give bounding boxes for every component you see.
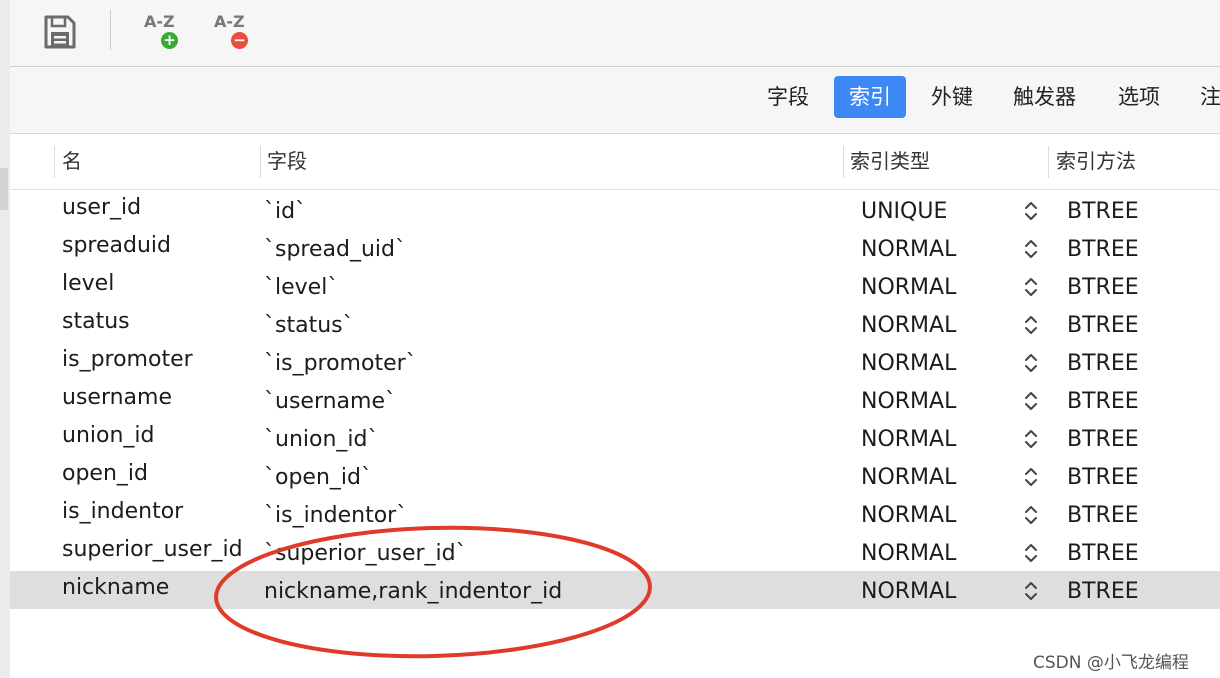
index-type-cell[interactable]: NORMAL — [861, 573, 991, 611]
column-header-index-type[interactable]: 索引类型 — [850, 134, 930, 189]
index-type-cell[interactable]: NORMAL — [861, 345, 991, 383]
up-down-chevron-icon[interactable] — [1023, 199, 1039, 223]
save-button[interactable] — [43, 14, 77, 50]
index-name-cell[interactable]: is_promoter — [62, 341, 252, 379]
up-down-chevron-icon[interactable] — [1023, 465, 1039, 489]
tab-foreign-keys[interactable]: 外键 — [916, 76, 988, 118]
index-method-cell[interactable]: BTREE — [1067, 193, 1207, 231]
left-panel-edge — [0, 0, 10, 678]
plus-badge-icon: + — [161, 32, 178, 49]
table-row[interactable]: superior_user_id `superior_user_id` NORMAL… — [10, 533, 1220, 571]
up-down-chevron-icon[interactable] — [1023, 427, 1039, 451]
up-down-chevron-icon[interactable] — [1023, 503, 1039, 527]
table-row[interactable]: level `level` NORMAL BTREE — [10, 267, 1220, 305]
table-row[interactable]: is_promoter `is_promoter` NORMAL BTREE — [10, 343, 1220, 381]
minus-badge-icon: − — [231, 32, 248, 49]
index-name-cell[interactable]: spreaduid — [62, 227, 252, 265]
column-divider — [1048, 146, 1049, 178]
index-name-cell[interactable]: user_id — [62, 189, 252, 227]
index-method-cell[interactable]: BTREE — [1067, 231, 1207, 269]
index-type-cell[interactable]: NORMAL — [861, 535, 991, 573]
table-row[interactable]: is_indentor `is_indentor` NORMAL BTREE — [10, 495, 1220, 533]
watermark: CSDN @小飞龙编程 — [1033, 653, 1189, 673]
index-method-cell[interactable]: BTREE — [1067, 421, 1207, 459]
index-name-cell[interactable]: superior_user_id — [62, 531, 252, 569]
index-method-cell[interactable]: BTREE — [1067, 345, 1207, 383]
floppy-disk-icon — [44, 15, 76, 49]
up-down-chevron-icon[interactable] — [1023, 579, 1039, 603]
tab-options[interactable]: 选项 — [1103, 76, 1175, 118]
up-down-chevron-icon[interactable] — [1023, 237, 1039, 261]
tab-triggers[interactable]: 触发器 — [998, 76, 1091, 118]
index-fields-cell[interactable]: `union_id` — [264, 421, 824, 459]
column-header-index-method[interactable]: 索引方法 — [1056, 134, 1136, 189]
column-divider — [843, 146, 844, 178]
index-name-cell[interactable]: is_indentor — [62, 493, 252, 531]
tab-fields[interactable]: 字段 — [752, 76, 824, 118]
index-method-cell[interactable]: BTREE — [1067, 383, 1207, 421]
remove-index-button[interactable]: A-Z − — [212, 12, 254, 54]
index-fields-cell[interactable]: `id` — [264, 193, 824, 231]
tab-indexes[interactable]: 索引 — [834, 76, 906, 118]
index-method-cell[interactable]: BTREE — [1067, 459, 1207, 497]
index-type-cell[interactable]: NORMAL — [861, 459, 991, 497]
index-type-cell[interactable]: NORMAL — [861, 307, 991, 345]
index-name-cell[interactable]: status — [62, 303, 252, 341]
sort-az-label: A-Z — [144, 12, 175, 31]
up-down-chevron-icon[interactable] — [1023, 541, 1039, 565]
index-type-cell[interactable]: NORMAL — [861, 269, 991, 307]
index-fields-cell[interactable]: `status` — [264, 307, 824, 345]
column-divider — [260, 146, 261, 178]
index-fields-cell[interactable]: `superior_user_id` — [264, 535, 824, 573]
index-name-cell[interactable]: nickname — [62, 569, 252, 607]
index-name-cell[interactable]: open_id — [62, 455, 252, 493]
sort-az-label: A-Z — [214, 12, 245, 31]
toolbar: A-Z + A-Z − — [10, 0, 1220, 67]
index-name-cell[interactable]: union_id — [62, 417, 252, 455]
table-row[interactable]: status `status` NORMAL BTREE — [10, 305, 1220, 343]
index-method-cell[interactable]: BTREE — [1067, 307, 1207, 345]
up-down-chevron-icon[interactable] — [1023, 389, 1039, 413]
up-down-chevron-icon[interactable] — [1023, 351, 1039, 375]
index-type-cell[interactable]: NORMAL — [861, 231, 991, 269]
index-fields-cell[interactable]: nickname,rank_indentor_id — [264, 573, 824, 611]
table-row[interactable]: username `username` NORMAL BTREE — [10, 381, 1220, 419]
column-header-name[interactable]: 名 — [62, 134, 82, 189]
up-down-chevron-icon[interactable] — [1023, 275, 1039, 299]
index-table: 名 字段 索引类型 索引方法 user_id `id` UNIQUE BTREE spr… — [10, 134, 1220, 678]
add-index-button[interactable]: A-Z + — [142, 12, 184, 54]
index-method-cell[interactable]: BTREE — [1067, 573, 1207, 611]
tab-comment[interactable]: 注 — [1185, 76, 1220, 118]
table-row[interactable]: union_id `union_id` NORMAL BTREE — [10, 419, 1220, 457]
index-name-cell[interactable]: username — [62, 379, 252, 417]
index-fields-cell[interactable]: `is_indentor` — [264, 497, 824, 535]
table-row[interactable]: open_id `open_id` NORMAL BTREE — [10, 457, 1220, 495]
index-fields-cell[interactable]: `is_promoter` — [264, 345, 824, 383]
column-divider — [54, 146, 55, 178]
table-row[interactable]: nickname nickname,rank_indentor_id NORMAL B… — [10, 571, 1220, 609]
index-fields-cell[interactable]: `username` — [264, 383, 824, 421]
index-method-cell[interactable]: BTREE — [1067, 497, 1207, 535]
tab-bar: 字段 索引 外键 触发器 选项 注 — [10, 67, 1220, 134]
index-method-cell[interactable]: BTREE — [1067, 535, 1207, 573]
table-header: 名 字段 索引类型 索引方法 — [10, 134, 1220, 190]
column-header-fields[interactable]: 字段 — [267, 134, 307, 189]
index-fields-cell[interactable]: `level` — [264, 269, 824, 307]
index-type-cell[interactable]: NORMAL — [861, 421, 991, 459]
index-type-cell[interactable]: NORMAL — [861, 497, 991, 535]
up-down-chevron-icon[interactable] — [1023, 313, 1039, 337]
index-method-cell[interactable]: BTREE — [1067, 269, 1207, 307]
left-panel-scroll-mark — [0, 168, 8, 210]
toolbar-separator — [110, 10, 111, 50]
index-type-cell[interactable]: UNIQUE — [861, 193, 991, 231]
index-fields-cell[interactable]: `spread_uid` — [264, 231, 824, 269]
index-fields-cell[interactable]: `open_id` — [264, 459, 824, 497]
index-name-cell[interactable]: level — [62, 265, 252, 303]
table-row[interactable]: user_id `id` UNIQUE BTREE — [10, 191, 1220, 229]
index-type-cell[interactable]: NORMAL — [861, 383, 991, 421]
table-row[interactable]: spreaduid `spread_uid` NORMAL BTREE — [10, 229, 1220, 267]
